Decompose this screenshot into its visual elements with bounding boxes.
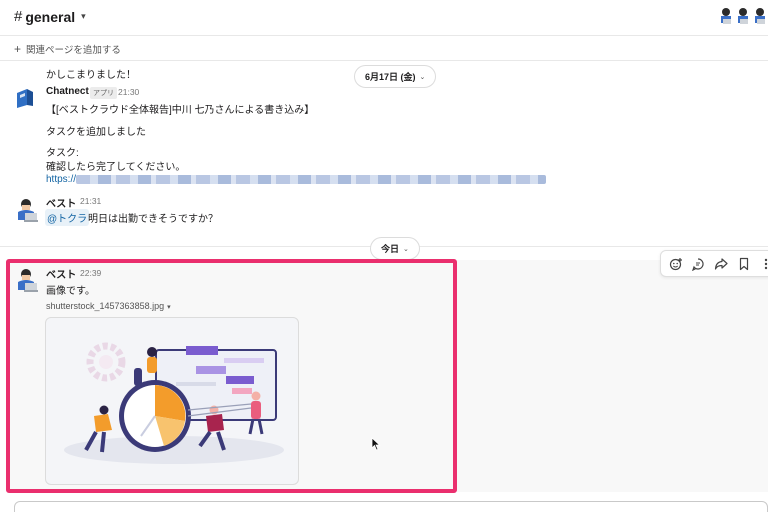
chevron-down-icon: ▾ [167,304,171,311]
member-avatars-button[interactable] [718,6,768,24]
user-avatar[interactable] [14,266,40,292]
user-avatar[interactable] [14,196,40,222]
plus-icon: + [14,42,22,56]
message-text: 【[ベストクラウド全体報告]中川 七乃さんによる書き込み】 [46,105,315,116]
chatnect-app-icon[interactable] [14,87,36,109]
date-divider-june[interactable]: 6月17日 (金) ⌄ [354,65,437,88]
message-hover-background [457,260,768,492]
user-mention[interactable]: @トクラ [45,209,90,226]
channel-header: # general ▾ [0,0,768,36]
date-divider-label: 6月17日 (金) [365,72,416,82]
task-link[interactable]: https:// [46,174,76,185]
chevron-down-icon: ⌄ [419,73,426,81]
message-timestamp[interactable]: 21:30 [118,87,139,97]
bookmark-icon[interactable] [735,255,753,273]
add-bookmark-button[interactable]: + 関連ページを追加する [14,42,121,56]
app-badge: アプリ [90,87,117,99]
sender-name[interactable]: ベスト [46,266,76,281]
message-timestamp[interactable]: 21:31 [80,196,101,206]
message-text: 確認したら完了してください。 [46,162,186,173]
message-timestamp[interactable]: 22:39 [80,268,101,278]
channel-hash-icon: # [14,8,23,25]
sender-name[interactable]: ベスト [46,195,76,210]
message-composer[interactable] [14,501,768,512]
message-actions-toolbar [660,250,768,277]
date-divider-today[interactable]: 今日 ⌄ [370,237,420,260]
date-divider-label: 今日 [381,244,400,254]
channel-name-button[interactable]: # general ▾ [14,8,86,25]
image-illustration [64,342,284,464]
bookmarks-bar: + 関連ページを追加する [0,37,768,61]
message-text: タスクを追加しました [46,127,146,138]
file-name-toggle[interactable]: shutterstock_1457363858.jpg ▾ [46,301,171,311]
mouse-cursor-icon [371,437,381,451]
chevron-down-icon: ⌄ [403,245,409,253]
message-text: 画像です。 [46,286,95,297]
more-actions-icon[interactable] [757,255,768,273]
sender-name[interactable]: Chatnect [46,86,89,97]
member-avatar-icon [738,8,748,24]
message-text: かしこまりました！ [46,70,136,81]
blurred-url[interactable] [76,175,546,184]
member-avatar-icon [755,8,765,24]
member-avatar-icon [721,8,731,24]
share-icon[interactable] [712,255,730,273]
chevron-down-icon: ▾ [81,11,86,21]
image-attachment[interactable] [45,317,299,485]
message-text: 明日は出勤できそうですか？ [88,214,218,225]
file-name: shutterstock_1457363858.jpg [46,301,165,311]
channel-name: general [25,8,76,25]
add-bookmark-label: 関連ページを追加する [26,45,121,56]
reply-thread-icon[interactable] [690,255,708,273]
add-reaction-icon[interactable] [667,255,685,273]
message-text: タスク: [46,148,79,159]
